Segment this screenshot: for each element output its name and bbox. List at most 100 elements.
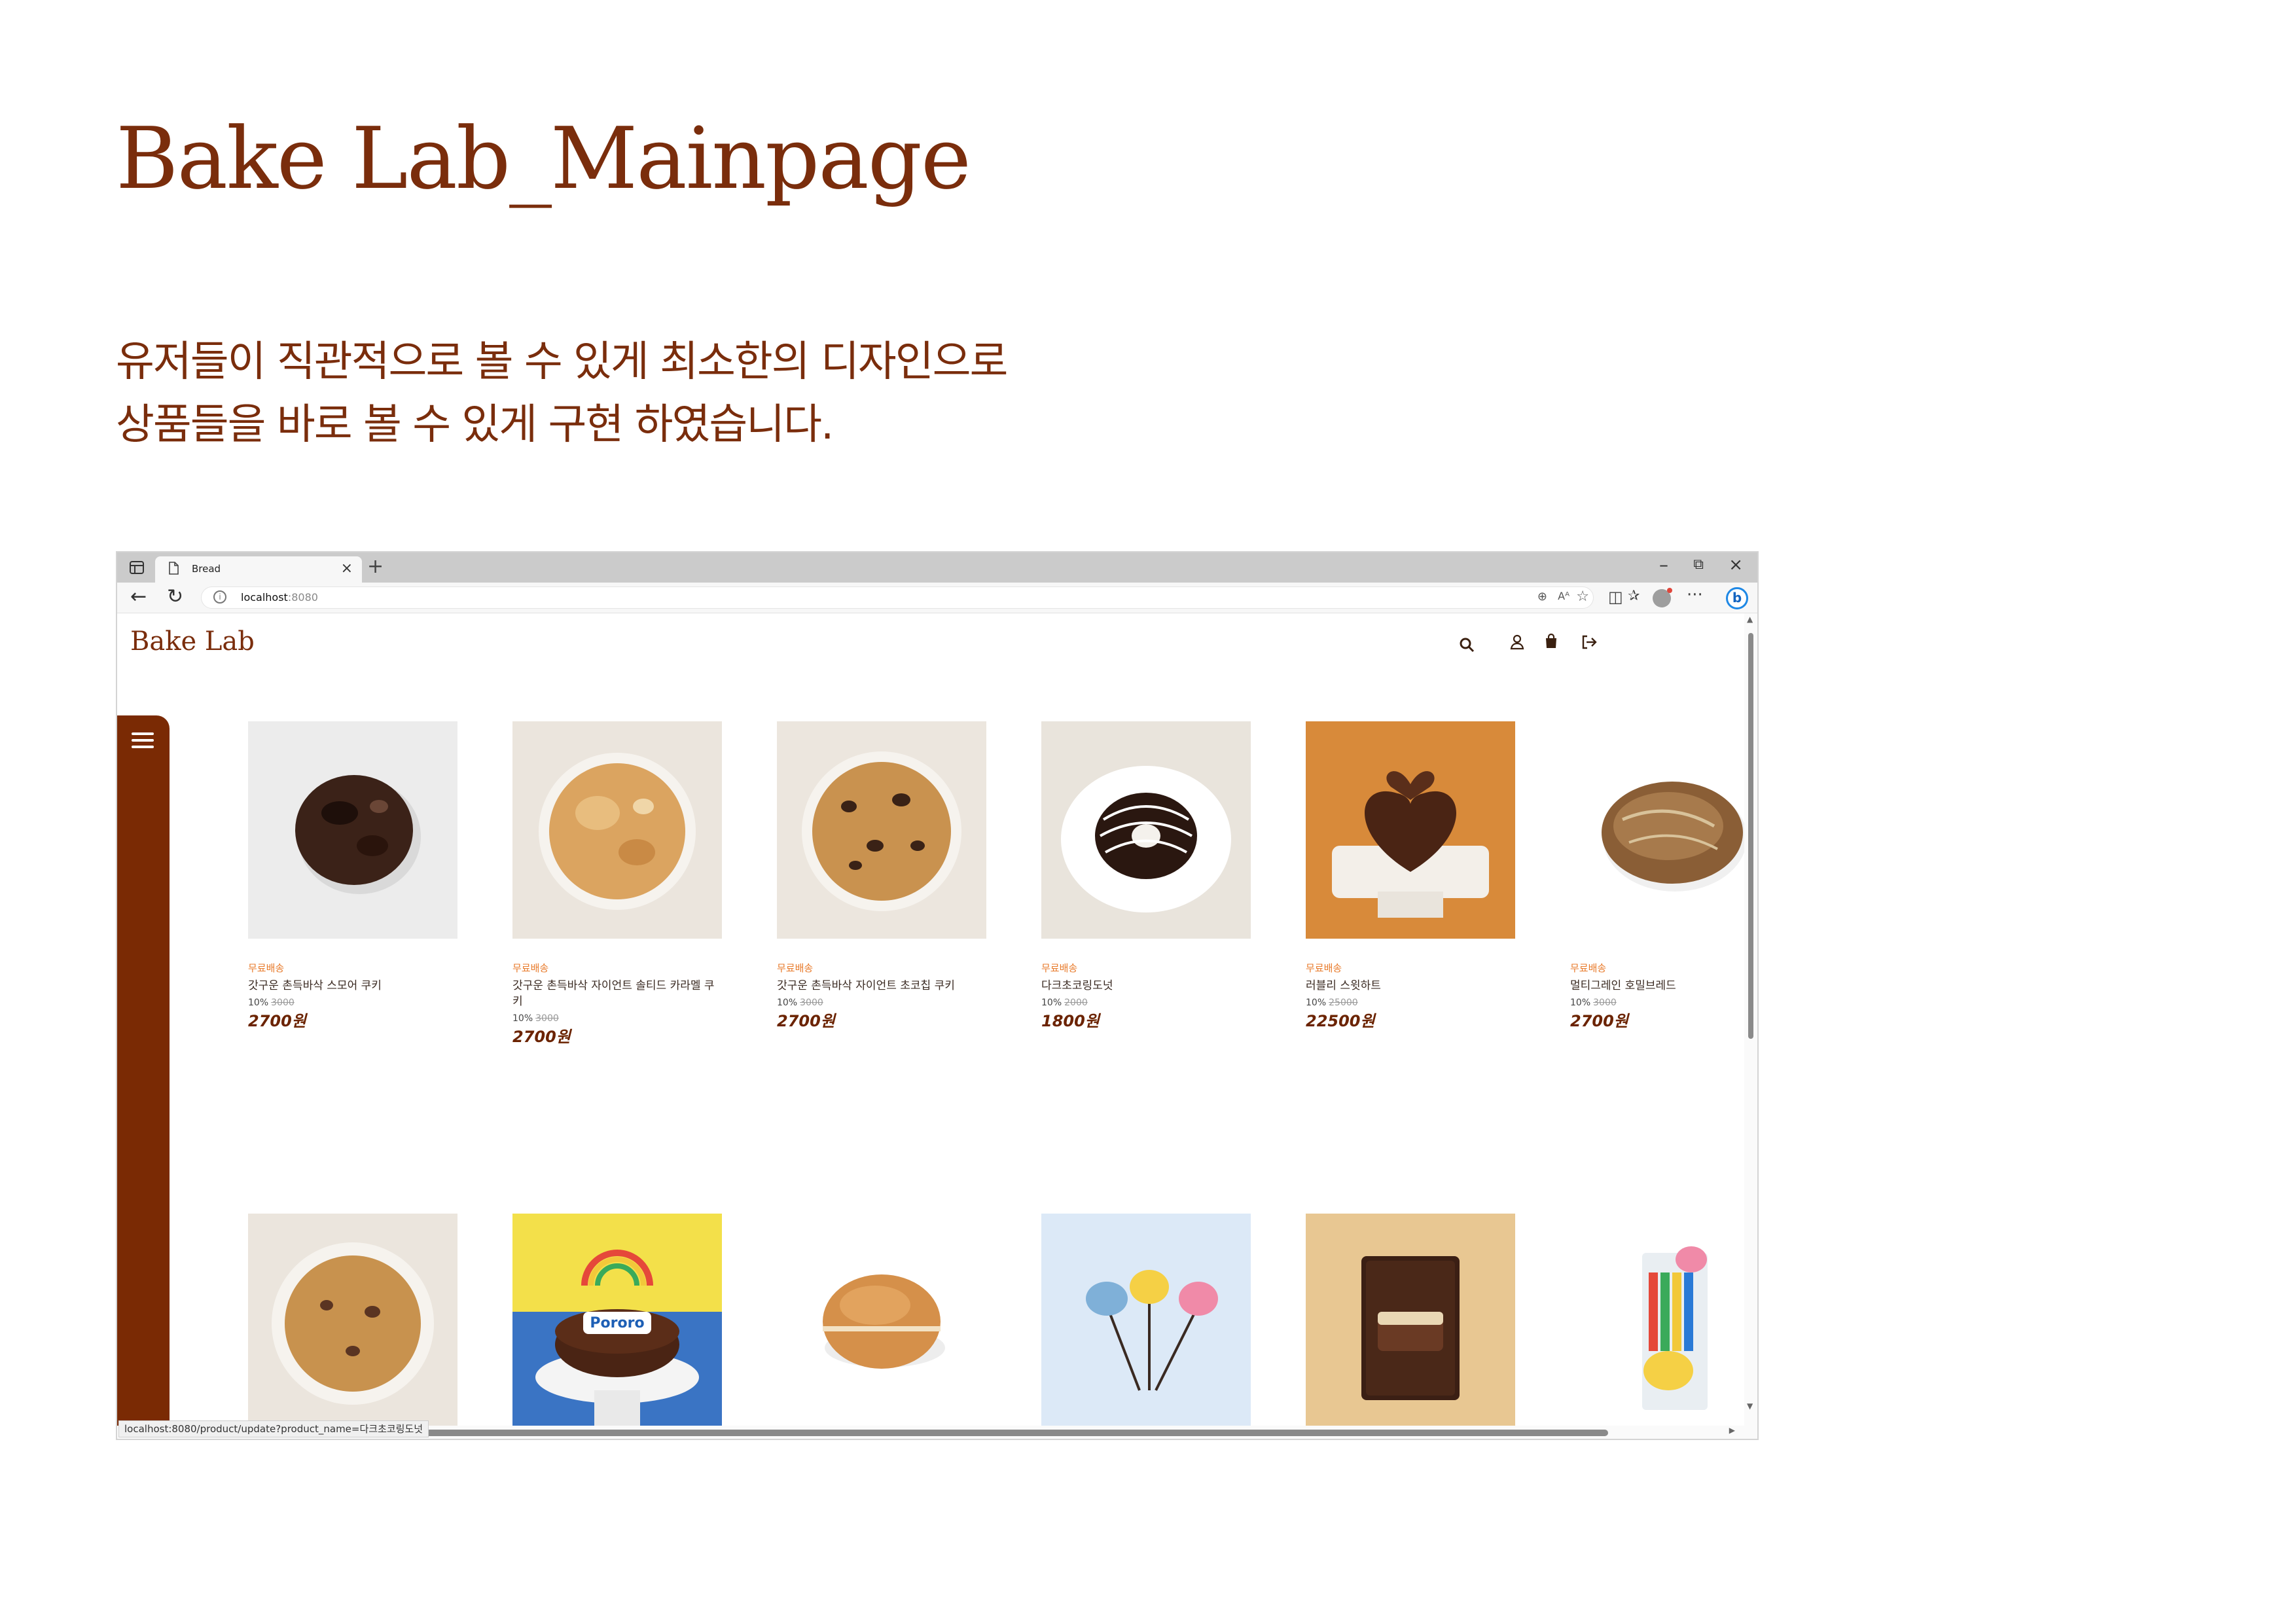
address-bar: ← ↻ i localhost:8080 ⊕ Aᴬ ☆ ◫ ✰ ··· b xyxy=(117,583,1757,613)
original-price: 3000 xyxy=(271,998,295,1008)
product-card[interactable]: 무료배송 갓구운 촌득바삭 자이언트 초코칩 쿠키 10% 3000 2700원 xyxy=(777,721,986,1031)
product-card[interactable] xyxy=(1306,1214,1515,1426)
product-image[interactable] xyxy=(777,721,986,939)
price-row: 10% 3000 xyxy=(777,998,986,1008)
page-viewport: Bake Lab 무료배송 갓구운 촌득바삭 스모어 쿠키 10% 3000 27… xyxy=(117,613,1747,1426)
site-logo[interactable]: Bake Lab xyxy=(130,626,255,657)
product-image[interactable] xyxy=(1570,721,1747,939)
price-row: 10% 3000 xyxy=(512,1013,722,1024)
url-host: localhost xyxy=(241,591,288,604)
search-icon[interactable] xyxy=(1459,637,1475,655)
product-card[interactable] xyxy=(1041,1214,1251,1426)
reload-icon[interactable]: ↻ xyxy=(167,585,183,608)
free-shipping-badge: 무료배송 xyxy=(248,962,285,974)
price-row: 10% 3000 xyxy=(248,998,457,1008)
description-line-1: 유저들이 직관적으로 볼 수 있게 최소한의 디자인으로 xyxy=(116,338,1008,386)
favorites-icon[interactable]: ✰ xyxy=(1628,588,1640,604)
product-card[interactable]: 무료배송 갓구운 촌득바삭 스모어 쿠키 10% 3000 2700원 xyxy=(248,721,457,1031)
scroll-up-icon[interactable]: ▲ xyxy=(1747,615,1753,624)
product-card[interactable] xyxy=(777,1214,986,1426)
more-icon[interactable]: ··· xyxy=(1687,585,1703,605)
product-name[interactable]: 갓구운 촌득바삭 자이언트 솔티드 카라멜 쿠키 xyxy=(512,978,722,1009)
site-info-icon[interactable]: i xyxy=(213,590,226,604)
status-bar-url: localhost:8080/product/update?product_na… xyxy=(118,1420,429,1437)
minimize-icon[interactable]: – xyxy=(1659,554,1668,575)
vertical-scroll-thumb[interactable] xyxy=(1748,633,1753,1039)
logout-icon[interactable] xyxy=(1581,634,1598,653)
discount-rate: 10% xyxy=(1570,998,1591,1008)
product-name[interactable]: 다크초코링도넛 xyxy=(1041,978,1251,994)
url-port: :8080 xyxy=(287,591,318,604)
original-price: 25000 xyxy=(1329,998,1358,1008)
product-card[interactable]: 무료배송 러블리 스윗하트 10% 25000 22500원 xyxy=(1306,721,1515,1031)
url-field[interactable]: i localhost:8080 ⊕ Aᴬ ☆ xyxy=(201,586,1594,609)
price-row: 10% 2000 xyxy=(1041,998,1251,1008)
product-image[interactable]: Pororo xyxy=(512,1214,722,1426)
price-row: 10% 25000 xyxy=(1306,998,1515,1008)
browser-window: Bread × + – ⧉ × ← ↻ i localhost:8080 ⊕ A… xyxy=(116,551,1759,1440)
new-tab-icon[interactable]: + xyxy=(367,555,384,578)
product-image[interactable] xyxy=(1041,1214,1251,1426)
product-card[interactable]: 무료배송 갓구운 촌득바삭 자이언트 솔티드 카라멜 쿠키 10% 3000 27… xyxy=(512,721,722,1047)
description-line-2: 상품들을 바로 볼 수 있게 구현 하였습니다. xyxy=(116,401,834,449)
original-price: 2000 xyxy=(1064,998,1088,1008)
user-icon[interactable] xyxy=(1510,634,1524,653)
sale-price: 2700원 xyxy=(248,1012,306,1030)
original-price: 3000 xyxy=(1593,998,1617,1008)
discount-rate: 10% xyxy=(1041,998,1062,1008)
document-description: 유저들이 직관적으로 볼 수 있게 최소한의 디자인으로 상품들을 바로 볼 수… xyxy=(116,331,1008,456)
product-image[interactable] xyxy=(777,1214,986,1426)
tab-bread[interactable]: Bread × xyxy=(155,556,362,583)
document-title: Bake Lab_Mainpage xyxy=(116,109,971,208)
product-name[interactable]: 멀티그레인 호밀브레드 xyxy=(1570,978,1747,994)
product-image[interactable] xyxy=(1041,721,1251,939)
discount-rate: 10% xyxy=(777,998,798,1008)
sale-price: 22500원 xyxy=(1306,1012,1375,1030)
product-image[interactable] xyxy=(512,721,722,939)
product-card[interactable] xyxy=(248,1214,457,1426)
split-screen-icon[interactable]: ◫ xyxy=(1608,588,1623,606)
zoom-icon[interactable]: ⊕ xyxy=(1537,590,1547,604)
discount-rate: 10% xyxy=(248,998,269,1008)
hamburger-menu-icon[interactable] xyxy=(132,732,154,749)
url-text: localhost:8080 xyxy=(241,591,318,604)
product-name[interactable]: 러블리 스윗하트 xyxy=(1306,978,1515,994)
discount-rate: 10% xyxy=(1306,998,1327,1008)
sidebar xyxy=(117,715,170,1426)
free-shipping-badge: 무료배송 xyxy=(1306,962,1342,974)
scroll-down-icon[interactable]: ▼ xyxy=(1747,1401,1753,1411)
bing-copilot-icon[interactable]: b xyxy=(1726,587,1748,609)
favorite-star-icon[interactable]: ☆ xyxy=(1576,588,1589,605)
tab-actions-icon[interactable] xyxy=(125,557,149,578)
restore-icon[interactable]: ⧉ xyxy=(1693,556,1704,573)
product-image[interactable] xyxy=(1306,1214,1515,1426)
vertical-scrollbar[interactable]: ▲ ▼ xyxy=(1744,613,1757,1426)
product-card[interactable]: 무료배송 다크초코링도넛 10% 2000 1800원 xyxy=(1041,721,1251,1031)
horizontal-scroll-thumb[interactable] xyxy=(405,1430,1608,1436)
sale-price: 1800원 xyxy=(1041,1012,1100,1030)
product-card[interactable]: Pororo xyxy=(512,1214,722,1426)
product-name[interactable]: 갓구운 촌득바삭 자이언트 초코칩 쿠키 xyxy=(777,978,986,994)
product-card[interactable]: 무료배송 멀티그레인 호밀브레드 10% 3000 2700원 xyxy=(1570,721,1747,1031)
free-shipping-badge: 무료배송 xyxy=(1041,962,1078,974)
read-aloud-icon[interactable]: Aᴬ xyxy=(1558,590,1570,602)
free-shipping-badge: 무료배송 xyxy=(512,962,549,974)
price-row: 10% 3000 xyxy=(1570,998,1747,1008)
close-tab-icon[interactable]: × xyxy=(341,560,353,577)
product-image[interactable] xyxy=(1570,1214,1747,1426)
product-name[interactable]: 갓구운 촌득바삭 스모어 쿠키 xyxy=(248,978,457,994)
discount-rate: 10% xyxy=(512,1013,533,1024)
tab-title: Bread xyxy=(192,563,221,575)
product-image[interactable] xyxy=(248,1214,457,1426)
window-close-icon[interactable]: × xyxy=(1729,555,1743,575)
product-image[interactable] xyxy=(248,721,457,939)
sale-price: 2700원 xyxy=(777,1012,835,1030)
scroll-right-icon[interactable]: ▶ xyxy=(1729,1426,1735,1435)
back-icon[interactable]: ← xyxy=(130,585,147,608)
original-price: 3000 xyxy=(800,998,823,1008)
product-image[interactable] xyxy=(1306,721,1515,939)
sale-price: 2700원 xyxy=(512,1028,571,1046)
product-card[interactable] xyxy=(1570,1214,1747,1426)
notification-dot xyxy=(1667,588,1672,593)
shopping-bag-icon[interactable] xyxy=(1544,633,1558,651)
